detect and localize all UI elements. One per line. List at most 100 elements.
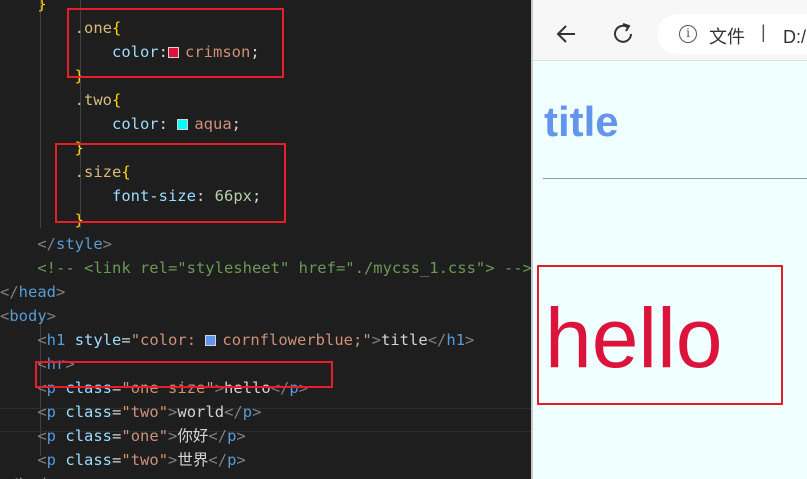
code-token: p (46, 451, 57, 469)
code-line[interactable]: <p class="two">world</p> (0, 400, 261, 424)
page-title: title (544, 98, 619, 145)
code-token: > (236, 451, 246, 469)
code-token: p (242, 403, 253, 421)
code-token: = (112, 427, 122, 445)
code-token: class (65, 451, 113, 469)
code-token: > (371, 331, 382, 349)
annotation-box-hello (537, 265, 783, 405)
code-token: "two" (121, 403, 169, 421)
code-token: p (46, 427, 57, 445)
code-token: < (37, 331, 47, 349)
code-line[interactable]: <!-- <link rel="stylesheet" href="./mycs… (0, 256, 531, 280)
code-token: { (111, 91, 122, 109)
reload-icon (614, 23, 632, 43)
browser-toolbar: i 文件 | D:/网 (533, 0, 807, 61)
reload-button[interactable] (609, 20, 637, 48)
code-token: h1 (446, 331, 466, 349)
code-token: > (168, 403, 178, 421)
code-token: > (56, 475, 65, 479)
color-swatch-icon[interactable] (177, 119, 189, 130)
code-line[interactable]: </body> (0, 472, 65, 479)
code-token: color (111, 115, 159, 133)
code-token: p (46, 403, 57, 421)
code-token: > (168, 451, 178, 469)
code-token: ; (231, 115, 241, 133)
code-token: <!-- <link rel="stylesheet" href="./mycs… (37, 259, 531, 277)
code-token: head (18, 283, 56, 301)
code-token: title (381, 331, 428, 349)
code-token: > (102, 235, 113, 253)
address-bar[interactable]: i 文件 | D:/网 (657, 14, 807, 54)
code-token: : (158, 115, 178, 133)
annotation-box-one (67, 8, 284, 78)
code-token: 你好 (177, 427, 209, 445)
code-token: </ (0, 475, 19, 479)
back-arrow-icon (556, 25, 575, 43)
address-url: D:/网 (783, 27, 807, 47)
code-token: > (252, 403, 262, 421)
code-token: > (465, 331, 475, 349)
horizontal-rule (543, 178, 807, 179)
annotation-box-p (35, 361, 333, 388)
code-token: </ (224, 403, 243, 421)
code-token: > (46, 307, 57, 325)
code-token: > (56, 283, 66, 301)
address-separator: | (761, 22, 766, 42)
code-line[interactable]: .two{ (0, 88, 122, 112)
code-token: "color: (130, 331, 206, 349)
code-line[interactable]: <p class="one">你好</p> (0, 424, 246, 448)
code-token: .two (74, 91, 112, 109)
code-token: "two" (121, 451, 169, 469)
code-token: </ (208, 427, 228, 445)
code-line[interactable]: <h1 style="color: cornflowerblue;">title… (0, 328, 474, 352)
code-token: = (121, 331, 131, 349)
info-icon[interactable]: i (679, 25, 697, 43)
code-line[interactable]: </style> (0, 232, 112, 256)
code-line[interactable]: <p class="two">世界</p> (0, 448, 246, 472)
code-token: world (177, 403, 225, 421)
code-token: > (236, 427, 246, 445)
color-swatch-icon[interactable] (205, 335, 217, 346)
code-line[interactable]: </head> (0, 280, 65, 304)
code-line[interactable]: <body> (0, 304, 56, 328)
code-token: style (56, 235, 103, 253)
code-token: </ (208, 451, 228, 469)
address-label: 文件 (709, 27, 745, 47)
code-token: style (74, 331, 122, 349)
code-token: = (112, 451, 122, 469)
code-token: > (168, 427, 178, 445)
code-line[interactable]: } (0, 0, 47, 16)
code-token: < (37, 427, 47, 445)
code-line[interactable]: color: aqua; (0, 112, 241, 136)
code-token: h1 (46, 331, 66, 349)
code-token: body (19, 475, 56, 479)
browser-window: i 文件 | D:/网 title hello (533, 0, 807, 479)
annotation-box-size (55, 143, 286, 223)
code-editor[interactable]: } .one{ color: crimson; } .two{ color: aq… (0, 0, 531, 479)
code-token: < (37, 403, 47, 421)
code-token: class (65, 403, 113, 421)
code-token: < (37, 451, 47, 469)
code-token: </ (427, 331, 447, 349)
back-button[interactable] (553, 20, 581, 48)
code-token: class (65, 427, 113, 445)
code-token: < (0, 307, 10, 325)
code-token: 世界 (177, 451, 209, 469)
code-token: } (37, 0, 47, 13)
